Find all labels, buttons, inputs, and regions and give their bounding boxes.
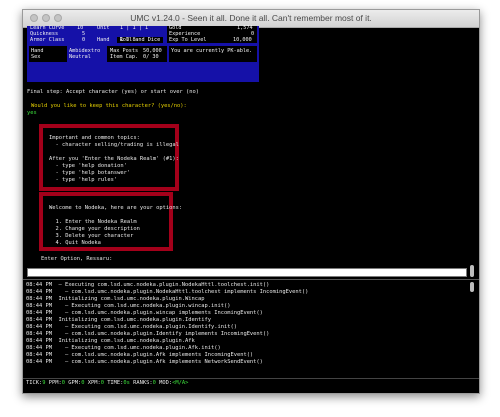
mod-value: <M/A> — [172, 380, 189, 386]
log-line: 08:44 PM Initializing com.lsd.umc.nodeka… — [26, 338, 195, 344]
box-line: - character selling/trading is illegal — [49, 142, 179, 148]
box-line: Welcome to Nodeka, here are your options… — [49, 205, 183, 211]
log-scrollbar[interactable] — [470, 282, 474, 292]
stat-label: Hand — [97, 37, 110, 43]
log-line: 08:44 PM — com.lsd.umc.nodeka.plugin.Afk… — [26, 359, 263, 365]
stat-label: Unit — [97, 25, 110, 31]
stat-value: 0 — [82, 37, 86, 43]
status-line: TICK:9 PPM:0 GPM:0 XPM:0 TIME:0s RANKS:0… — [26, 380, 188, 387]
mod-label: MOD: — [159, 380, 173, 386]
gpm-label: GPM: — [68, 380, 82, 386]
keep-character-prompt: Would you like to keep this character? (… — [31, 103, 187, 109]
plugin-log-panel: 08:44 PM — Executing com.lsd.umc.nodeka.… — [23, 279, 479, 379]
menu-option: 4. Quit Nodeka — [49, 240, 101, 246]
app-window: UMC v1.24.0 - Seen it all. Done it all. … — [22, 9, 480, 394]
xpm-label: XPM: — [87, 380, 101, 386]
time-label: TIME: — [107, 380, 124, 386]
stat-label: Armor Class — [30, 37, 65, 43]
ppm-value: 0 — [61, 380, 65, 386]
log-line: 08:44 PM — com.lsd.umc.nodeka.plugin.win… — [26, 310, 263, 316]
stat-value: Neutral — [69, 54, 91, 60]
ppm-label: PPM: — [48, 380, 62, 386]
log-line: 08:44 PM — Executing com.lsd.umc.nodeka.… — [26, 303, 231, 309]
pk-status-text: You are currently PK-able. — [171, 48, 253, 54]
log-line: 08:44 PM — com.lsd.umc.nodeka.plugin.Ide… — [26, 331, 270, 337]
log-line: 08:44 PM — com.lsd.umc.nodeka.plugin.Nod… — [26, 289, 309, 295]
menu-option: 3. Delete your character — [49, 233, 134, 239]
gpm-value: 0 — [81, 380, 85, 386]
log-line: 08:44 PM — Executing com.lsd.umc.nodeka.… — [26, 282, 270, 288]
stat-label: Exp To Level — [169, 37, 207, 43]
enter-option-prompt: Enter Option, Ressaru: — [41, 256, 113, 262]
stat-value: 0/ 30 — [143, 54, 159, 60]
character-stats-panel: Learn Curve 10 Unit 1 | 1 | 1 Quickness … — [27, 25, 259, 82]
window-title: UMC v1.24.0 - Seen it all. Done it all. … — [130, 13, 372, 23]
stat-value: 10,000 — [233, 37, 252, 43]
menu-option: 1. Enter the Nodeka Realm — [49, 219, 137, 225]
menu-option: 2. Change your description — [49, 226, 140, 232]
log-line: 08:44 PM Initializing com.lsd.umc.nodeka… — [26, 296, 205, 302]
ranks-value: 0 — [152, 380, 156, 386]
final-step-text: Final step: Accept character (yes) or st… — [27, 89, 200, 95]
box-line: - type 'help rules' — [49, 177, 118, 183]
status-bar: TICK:9 PPM:0 GPM:0 XPM:0 TIME:0s RANKS:0… — [23, 378, 479, 389]
tick-value: 9 — [42, 380, 46, 386]
log-line: 08:44 PM — Executing com.lsd.umc.nodeka.… — [26, 324, 237, 330]
stat-value: 1 | 1 | 1 — [120, 25, 149, 31]
pk-status-box: You are currently PK-able. — [169, 46, 257, 62]
xpm-value: 0 — [100, 380, 104, 386]
stat-value: 1 D 8 — [120, 37, 136, 43]
topics-box: Important and common topics: - character… — [39, 124, 179, 191]
log-line: 08:44 PM — com.lsd.umc.nodeka.plugin.Afk… — [26, 352, 254, 358]
command-input[interactable] — [27, 268, 467, 277]
hand-sex-label-box: Hand Sex — [29, 46, 67, 62]
output-scrollbar[interactable] — [470, 265, 474, 277]
tick-label: TICK: — [26, 380, 43, 386]
options-menu-box: Welcome to Nodeka, here are your options… — [39, 192, 182, 251]
log-line: 08:44 PM Initializing com.lsd.umc.nodeka… — [26, 317, 211, 323]
stats-right-box: Gold 1,574 Experience 0 Exp To Level 10,… — [167, 25, 257, 43]
box-line: After you 'Enter the Nodeka Realm' (#1): — [49, 156, 179, 162]
user-answer: yes — [27, 110, 37, 116]
stat-label: Sex — [31, 54, 41, 60]
box-line: - type 'help botanswer' — [49, 170, 131, 176]
ranks-label: RANKS: — [133, 380, 153, 386]
log-line: 08:44 PM — Executing com.lsd.umc.nodeka.… — [26, 345, 221, 351]
stat-label: Item Cap. — [110, 54, 139, 60]
box-line: Important and common topics: — [49, 135, 140, 141]
posts-cap-box: Max Posts 50,000 Item Cap. 0/ 30 — [107, 46, 167, 62]
time-value: 0s — [123, 380, 130, 386]
box-line: - type 'help donation' — [49, 163, 127, 169]
